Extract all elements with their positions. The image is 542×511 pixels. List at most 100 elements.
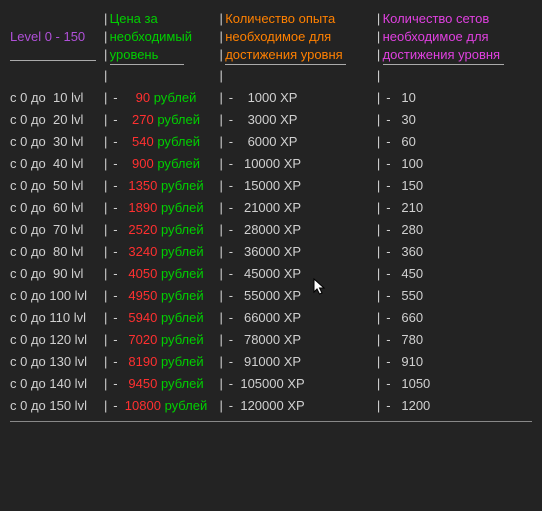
xp-cell: - 78000 XP [225, 329, 374, 351]
sets-cell: - 30 [383, 109, 532, 131]
header-xp-1: Количество опыта [225, 10, 374, 28]
table-row: с 0 до 60 lvl| - 1890 рублей| - 21000 XP… [10, 197, 532, 219]
sets-cell: - 100 [383, 153, 532, 175]
table-row: с 0 до 110 lvl| - 5940 рублей| - 66000 X… [10, 307, 532, 329]
level-range: с 0 до 150 lvl [10, 395, 102, 417]
price-cell: - 270 рублей [110, 109, 218, 131]
table-row: с 0 до 50 lvl| - 1350 рублей| - 15000 XP… [10, 175, 532, 197]
xp-cell: - 36000 XP [225, 241, 374, 263]
header-sets-2: необходимое для [383, 28, 532, 46]
header-sep: | [217, 46, 225, 64]
table-row: с 0 до 150 lvl| - 10800 рублей| - 120000… [10, 395, 532, 417]
level-range: с 0 до 30 lvl [10, 131, 102, 153]
gap [110, 65, 218, 87]
header-sep: | [217, 10, 225, 28]
row-sep: | [375, 175, 383, 197]
gap-sep: | [375, 65, 383, 87]
table-row: с 0 до 40 lvl| - 900 рублей| - 10000 XP|… [10, 153, 532, 175]
row-sep: | [102, 131, 110, 153]
xp-cell: - 66000 XP [225, 307, 374, 329]
gap [383, 65, 532, 87]
row-sep: | [375, 373, 383, 395]
price-cell: - 540 рублей [110, 131, 218, 153]
xp-cell: - 3000 XP [225, 109, 374, 131]
header-row-3: | уровень | достижения уровня | достижен… [10, 46, 532, 65]
row-sep: | [102, 87, 110, 109]
row-sep: | [217, 329, 225, 351]
header-title-underline [10, 46, 102, 61]
row-sep: | [375, 307, 383, 329]
row-sep: | [217, 263, 225, 285]
level-range: с 0 до 60 lvl [10, 197, 102, 219]
row-sep: | [375, 351, 383, 373]
price-cell: - 4950 рублей [110, 285, 218, 307]
table-row: с 0 до 130 lvl| - 8190 рублей| - 91000 X… [10, 351, 532, 373]
header-row-2: Level 0 - 150 | необходимый | необходимо… [10, 28, 532, 46]
table-body: с 0 до 10 lvl| - 90 рублей| - 1000 XP| -… [10, 87, 532, 417]
row-sep: | [102, 241, 110, 263]
row-sep: | [217, 307, 225, 329]
row-sep: | [102, 263, 110, 285]
price-cell: - 1350 рублей [110, 175, 218, 197]
row-sep: | [217, 395, 225, 417]
pricing-table: | Цена за | Количество опыта | Количеств… [10, 10, 532, 422]
header-gap-row: | | | [10, 65, 532, 87]
sets-cell: - 550 [383, 285, 532, 307]
sets-cell: - 1050 [383, 373, 532, 395]
sets-cell: - 450 [383, 263, 532, 285]
row-sep: | [102, 373, 110, 395]
header-sets-3: достижения уровня [383, 46, 532, 65]
header-spacer [10, 10, 102, 28]
header-xp-2: необходимое для [225, 28, 374, 46]
xp-cell: - 15000 XP [225, 175, 374, 197]
xp-cell: - 1000 XP [225, 87, 374, 109]
xp-cell: - 45000 XP [225, 263, 374, 285]
xp-cell: - 55000 XP [225, 285, 374, 307]
price-cell: - 1890 рублей [110, 197, 218, 219]
level-range: с 0 до 40 lvl [10, 153, 102, 175]
price-cell: - 2520 рублей [110, 219, 218, 241]
row-sep: | [375, 329, 383, 351]
table-row: с 0 до 30 lvl| - 540 рублей| - 6000 XP| … [10, 131, 532, 153]
level-range: с 0 до 130 lvl [10, 351, 102, 373]
level-range: с 0 до 100 lvl [10, 285, 102, 307]
xp-cell: - 21000 XP [225, 197, 374, 219]
row-sep: | [375, 109, 383, 131]
level-range: с 0 до 10 lvl [10, 87, 102, 109]
header-row-1: | Цена за | Количество опыта | Количеств… [10, 10, 532, 28]
price-cell: - 7020 рублей [110, 329, 218, 351]
level-range: с 0 до 20 lvl [10, 109, 102, 131]
table-row: с 0 до 70 lvl| - 2520 рублей| - 28000 XP… [10, 219, 532, 241]
row-sep: | [102, 307, 110, 329]
row-sep: | [217, 219, 225, 241]
sets-cell: - 360 [383, 241, 532, 263]
sets-cell: - 780 [383, 329, 532, 351]
xp-cell: - 10000 XP [225, 153, 374, 175]
price-cell: - 900 рублей [110, 153, 218, 175]
row-sep: | [217, 87, 225, 109]
header-price-3: уровень [110, 46, 218, 65]
row-sep: | [375, 87, 383, 109]
row-sep: | [102, 175, 110, 197]
header-sep: | [217, 28, 225, 46]
header-sep: | [102, 10, 110, 28]
header-price-2: необходимый [110, 28, 218, 46]
header-price-1: Цена за [110, 10, 218, 28]
sets-cell: - 150 [383, 175, 532, 197]
sets-cell: - 1200 [383, 395, 532, 417]
table-row: с 0 до 140 lvl| - 9450 рублей| - 105000 … [10, 373, 532, 395]
price-cell: - 8190 рублей [110, 351, 218, 373]
price-cell: - 4050 рублей [110, 263, 218, 285]
row-sep: | [375, 395, 383, 417]
header-xp-3: достижения уровня [225, 46, 374, 65]
row-sep: | [102, 285, 110, 307]
xp-cell: - 28000 XP [225, 219, 374, 241]
price-cell: - 9450 рублей [110, 373, 218, 395]
gap [10, 65, 102, 87]
row-sep: | [375, 263, 383, 285]
sets-cell: - 10 [383, 87, 532, 109]
row-sep: | [102, 329, 110, 351]
row-sep: | [102, 153, 110, 175]
level-range: с 0 до 50 lvl [10, 175, 102, 197]
header-sets-3-text: достижения уровня [383, 47, 501, 62]
